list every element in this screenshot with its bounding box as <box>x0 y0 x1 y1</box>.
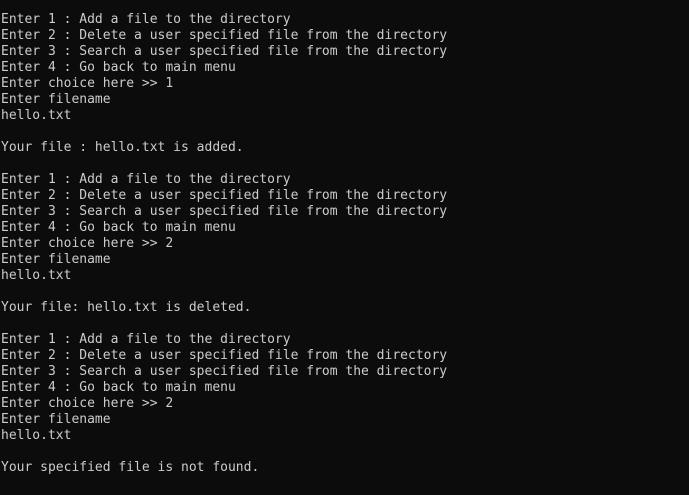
console-line: Enter 4 : Go back to main menu <box>1 220 236 235</box>
console-line: Enter 1 : Add a file to the directory <box>1 172 291 187</box>
console-line: Enter 2 : Delete a user specified file f… <box>1 188 448 203</box>
console-line: hello.txt <box>1 108 72 123</box>
console-line: Enter filename <box>1 92 111 107</box>
console-line: Enter choice here >> 2 <box>1 236 174 251</box>
console-line: hello.txt <box>1 428 72 443</box>
console-line: Enter 1 : Add a file to the directory <box>1 12 291 27</box>
console-line: Enter 4 : Go back to main menu <box>1 60 236 75</box>
console-line: Enter 3 : Search a user specified file f… <box>1 364 448 379</box>
console-line: Enter 3 : Search a user specified file f… <box>1 204 448 219</box>
console-line: Your file: hello.txt is deleted. <box>1 300 252 315</box>
console-line: Enter 4 : Go back to main menu <box>1 380 236 395</box>
console-line: Your specified file is not found. <box>1 460 260 475</box>
console-line: Enter 1 : Add a file to the directory <box>1 332 291 347</box>
console-line: Enter 3 : Search a user specified file f… <box>1 44 448 59</box>
console-line: Enter 2 : Delete a user specified file f… <box>1 28 448 43</box>
console-line: hello.txt <box>1 268 72 283</box>
console-line: Enter filename <box>1 412 111 427</box>
console-line: Enter 2 : Delete a user specified file f… <box>1 348 448 363</box>
console-line: Enter choice here >> 2 <box>1 396 174 411</box>
console-line: Enter filename <box>1 252 111 267</box>
console-line: Your file : hello.txt is added. <box>1 140 244 155</box>
console-line: Enter choice here >> 1 <box>1 76 174 91</box>
console-output[interactable]: Enter 1 : Add a file to the directory En… <box>0 0 689 495</box>
